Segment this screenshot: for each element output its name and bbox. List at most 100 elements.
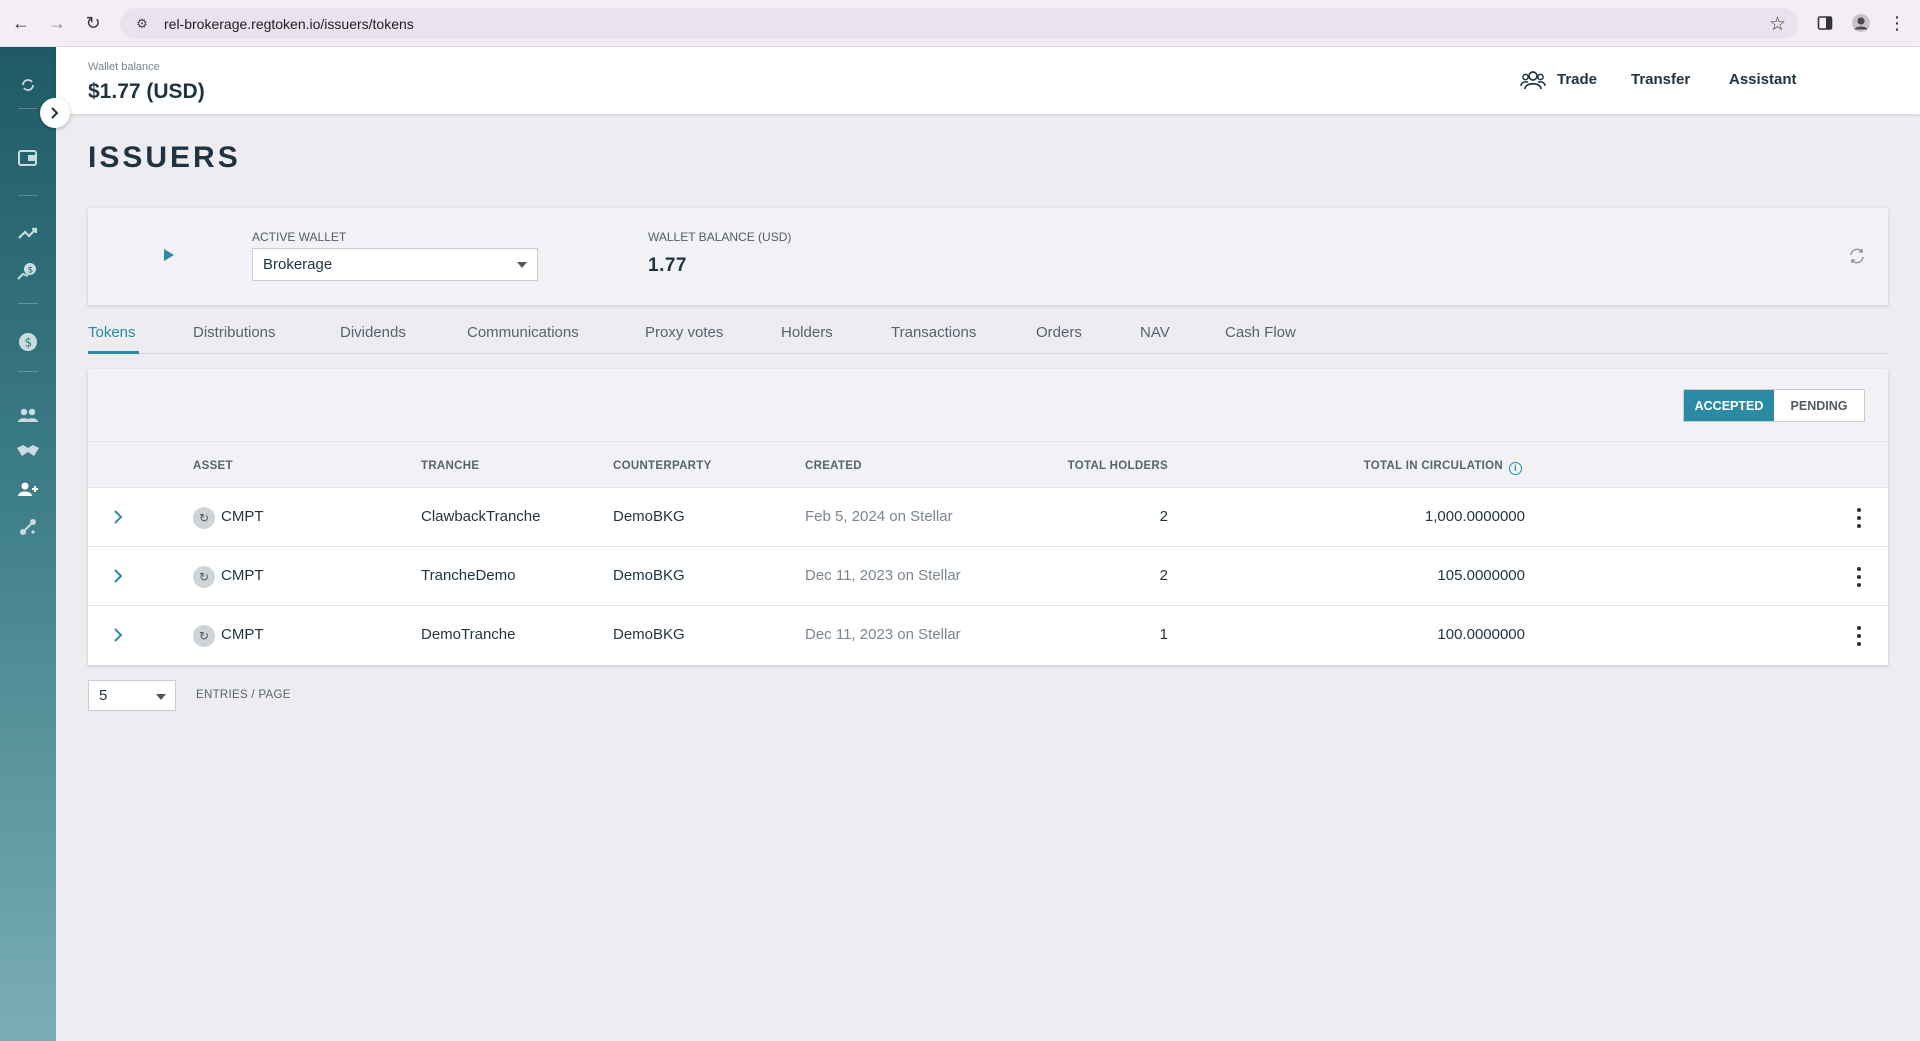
sidebar-divider [18, 108, 38, 109]
tab-holders[interactable]: Holders [781, 324, 833, 341]
address-bar[interactable]: ⚙ rel-brokerage.regtoken.io/issuers/toke… [120, 8, 1798, 39]
col-counterparty[interactable]: COUNTERPARTY [613, 460, 712, 472]
transfer-nodes-icon[interactable] [14, 513, 42, 541]
active-wallet-value: Brokerage [263, 256, 333, 273]
tab-orders[interactable]: Orders [1036, 324, 1082, 341]
pending-filter-button[interactable]: PENDING [1774, 390, 1864, 421]
play-icon[interactable] [162, 248, 176, 262]
cell-total-holders: 2 [1159, 567, 1168, 584]
table-row[interactable]: ↻ CMPT DemoTranche DemoBKG Dec 11, 2023 … [88, 606, 1888, 665]
logo-icon[interactable] [14, 71, 42, 99]
user-add-icon[interactable] [14, 475, 42, 503]
side-panel-icon[interactable] [1814, 12, 1836, 34]
accepted-filter-button[interactable]: ACCEPTED [1684, 390, 1774, 421]
bookmark-star-icon[interactable]: ☆ [1769, 13, 1786, 36]
col-asset[interactable]: ASSET [193, 460, 233, 472]
sidebar-expand-button[interactable] [40, 98, 70, 128]
cell-created: Feb 5, 2024 on Stellar [805, 508, 953, 525]
tab-distributions[interactable]: Distributions [193, 324, 276, 341]
cell-asset: CMPT [221, 626, 264, 643]
wallet-balance-value: $1.77 (USD) [88, 80, 205, 103]
expand-row-chevron-icon[interactable] [112, 508, 128, 526]
table-header: ASSET TRANCHE COUNTERPARTY CREATED TOTAL… [88, 442, 1888, 488]
group-users-icon[interactable] [14, 401, 42, 429]
asset-logo-icon: ↻ [193, 566, 215, 588]
team-icon[interactable] [1520, 67, 1546, 93]
active-wallet-select[interactable]: Brokerage [252, 248, 538, 281]
row-actions-kebab-icon[interactable] [1856, 626, 1862, 646]
trending-chart-icon[interactable] [14, 219, 42, 247]
sidebar-divider [18, 303, 38, 304]
cell-created: Dec 11, 2023 on Stellar [805, 567, 961, 584]
table-row[interactable]: ↻ CMPT TrancheDemo DemoBKG Dec 11, 2023 … [88, 547, 1888, 606]
col-total-in-circulation[interactable]: TOTAL IN CIRCULATION i [1288, 460, 1522, 475]
wallet-balance-usd-value: 1.77 [648, 255, 687, 276]
active-tab-indicator [88, 351, 139, 354]
cell-tranche: DemoTranche [421, 626, 516, 643]
chevron-right-icon [51, 107, 59, 119]
info-icon[interactable]: i [1509, 461, 1522, 475]
table-toolbar: ACCEPTED PENDING [88, 369, 1888, 442]
sidebar-divider [18, 371, 38, 372]
cell-counterparty: DemoBKG [613, 567, 685, 584]
transfer-link[interactable]: Transfer [1631, 71, 1690, 88]
url-text: rel-brokerage.regtoken.io/issuers/tokens [164, 15, 414, 32]
tab-dividends[interactable]: Dividends [340, 324, 406, 341]
cell-counterparty: DemoBKG [613, 508, 685, 525]
tokens-table-card: ACCEPTED PENDING ASSET TRANCHE COUNTERPA… [88, 369, 1888, 665]
tab-cash-flow[interactable]: Cash Flow [1225, 324, 1296, 341]
app-header: Wallet balance $1.77 (USD) Trade Transfe… [56, 47, 1920, 114]
col-tranche[interactable]: TRANCHE [421, 460, 479, 472]
refresh-icon[interactable] [1848, 247, 1866, 265]
forward-arrow-icon[interactable]: → [46, 12, 68, 34]
entries-per-page-select[interactable]: 5 [88, 680, 176, 711]
col-created[interactable]: CREATED [805, 460, 862, 472]
expand-row-chevron-icon[interactable] [112, 567, 128, 585]
browser-toolbar: ← → ↻ ⚙ rel-brokerage.regtoken.io/issuer… [0, 0, 1920, 47]
cell-total-holders: 2 [1159, 508, 1168, 525]
profile-avatar-icon[interactable] [1850, 12, 1872, 34]
cell-created: Dec 11, 2023 on Stellar [805, 626, 961, 643]
sidebar: $ $ [0, 47, 56, 1041]
row-actions-kebab-icon[interactable] [1856, 567, 1862, 587]
asset-logo-icon: ↻ [193, 625, 215, 647]
expand-row-chevron-icon[interactable] [112, 626, 128, 644]
money-hand-icon[interactable]: $ [14, 257, 42, 285]
wallet-card: ACTIVE WALLET Brokerage WALLET BALANCE (… [88, 208, 1888, 305]
tab-tokens[interactable]: Tokens [88, 324, 136, 341]
active-wallet-label: ACTIVE WALLET [252, 230, 347, 244]
cell-total-in-circulation: 1,000.0000000 [1424, 508, 1525, 525]
dropdown-caret-icon [156, 694, 166, 700]
tab-proxy-votes[interactable]: Proxy votes [645, 324, 723, 341]
handshake-icon[interactable] [14, 437, 42, 465]
dollar-coin-icon[interactable]: $ [14, 328, 42, 356]
site-settings-icon[interactable]: ⚙ [132, 14, 152, 34]
cell-total-in-circulation: 105.0000000 [1437, 567, 1525, 584]
col-total-holders[interactable]: TOTAL HOLDERS [1008, 460, 1168, 472]
cell-tranche: TrancheDemo [421, 567, 516, 584]
table-row[interactable]: ↻ CMPT ClawbackTranche DemoBKG Feb 5, 20… [88, 488, 1888, 547]
sidebar-divider [18, 195, 38, 196]
tab-nav[interactable]: NAV [1140, 324, 1170, 341]
status-filter-toggle: ACCEPTED PENDING [1683, 389, 1865, 422]
svg-text:$: $ [25, 336, 33, 350]
assistant-link[interactable]: Assistant [1729, 71, 1797, 88]
trade-link[interactable]: Trade [1557, 71, 1597, 88]
cell-total-holders: 1 [1159, 626, 1168, 643]
svg-text:$: $ [28, 266, 34, 276]
cell-asset: CMPT [221, 508, 264, 525]
dropdown-caret-icon [517, 262, 527, 268]
tab-communications[interactable]: Communications [467, 324, 579, 341]
wallet-balance-usd-label: WALLET BALANCE (USD) [648, 230, 792, 244]
wallet-icon[interactable] [14, 144, 42, 172]
row-actions-kebab-icon[interactable] [1856, 508, 1862, 528]
entries-per-page-value: 5 [99, 687, 108, 704]
back-arrow-icon[interactable]: ← [10, 12, 32, 34]
wallet-balance-label: Wallet balance [88, 61, 160, 73]
cell-counterparty: DemoBKG [613, 626, 685, 643]
reload-icon[interactable]: ↻ [82, 12, 104, 34]
entries-per-page-label: ENTRIES / PAGE [196, 689, 291, 701]
tab-transactions[interactable]: Transactions [891, 324, 976, 341]
cell-tranche: ClawbackTranche [421, 508, 541, 525]
browser-menu-icon[interactable]: ⋮ [1886, 12, 1908, 34]
